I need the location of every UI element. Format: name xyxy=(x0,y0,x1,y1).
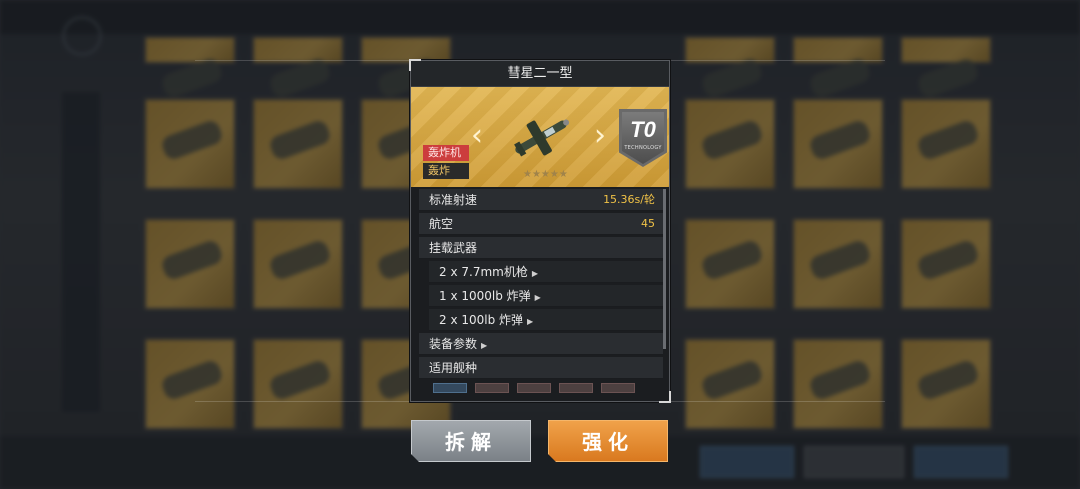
triangle-right-icon: ▶ xyxy=(481,341,488,350)
scrollbar[interactable] xyxy=(663,189,666,349)
stat-label: 航空 xyxy=(429,217,454,231)
ship-type-chip xyxy=(475,383,509,393)
stat-value: 45 xyxy=(641,217,655,230)
corner-decoration xyxy=(409,59,421,71)
equipment-detail-popup: 彗星二一型 ‹ › T0 TECHNOLOGY 轰炸机 轰炸 ★★★★★ 标准射… xyxy=(409,59,671,403)
ship-type-chip xyxy=(433,383,467,393)
chevron-right-icon[interactable]: › xyxy=(594,121,606,151)
stat-value: 15.36s/轮 xyxy=(603,193,655,206)
weapon-label: 2 x 100lb 炸弹 xyxy=(439,313,524,327)
equip-params-label: 装备参数 xyxy=(429,337,478,351)
tier-badge: T0 TECHNOLOGY xyxy=(619,109,667,167)
weapons-header-label: 挂载武器 xyxy=(429,241,478,255)
rarity-stars: ★★★★★ xyxy=(523,169,568,180)
type-tag-bombing: 轰炸 xyxy=(423,163,469,179)
equipment-name: 彗星二一型 xyxy=(411,61,669,87)
weapon-row[interactable]: 2 x 100lb 炸弹 ▶ xyxy=(429,309,663,331)
type-tag-bomber: 轰炸机 xyxy=(423,145,469,161)
aircraft-image xyxy=(514,119,570,157)
dismantle-button[interactable]: 拆解 xyxy=(411,420,531,462)
ship-type-chip xyxy=(559,383,593,393)
weapon-label: 1 x 1000lb 炸弹 xyxy=(439,289,531,303)
applicable-ships-label: 适用舰种 xyxy=(429,361,478,375)
enhance-button[interactable]: 强化 xyxy=(548,420,668,462)
ship-type-chip xyxy=(517,383,551,393)
ship-type-chip xyxy=(601,383,635,393)
tier-subtitle: TECHNOLOGY xyxy=(624,145,662,151)
weapons-header: 挂载武器 xyxy=(419,237,663,259)
stats-list[interactable]: 标准射速 15.36s/轮 航空 45 挂载武器 2 x 7.7mm机枪 ▶ 1 … xyxy=(411,187,669,397)
applicable-ships-row: 适用舰种 xyxy=(419,357,663,379)
triangle-right-icon: ▶ xyxy=(527,317,534,326)
triangle-right-icon: ▶ xyxy=(531,269,538,278)
weapon-label: 2 x 7.7mm机枪 xyxy=(439,265,528,279)
weapon-row[interactable]: 2 x 7.7mm机枪 ▶ xyxy=(429,261,663,283)
chevron-left-icon[interactable]: ‹ xyxy=(471,121,483,151)
tier-label: T0 xyxy=(630,117,656,142)
equip-params-row[interactable]: 装备参数 ▶ xyxy=(419,333,663,355)
stat-row-aviation: 航空 45 xyxy=(419,213,663,235)
weapon-row[interactable]: 1 x 1000lb 炸弹 ▶ xyxy=(429,285,663,307)
stat-row-fire-rate: 标准射速 15.36s/轮 xyxy=(419,189,663,211)
stat-label: 标准射速 xyxy=(429,193,478,207)
triangle-right-icon: ▶ xyxy=(534,293,541,302)
ship-type-chips xyxy=(433,383,635,395)
